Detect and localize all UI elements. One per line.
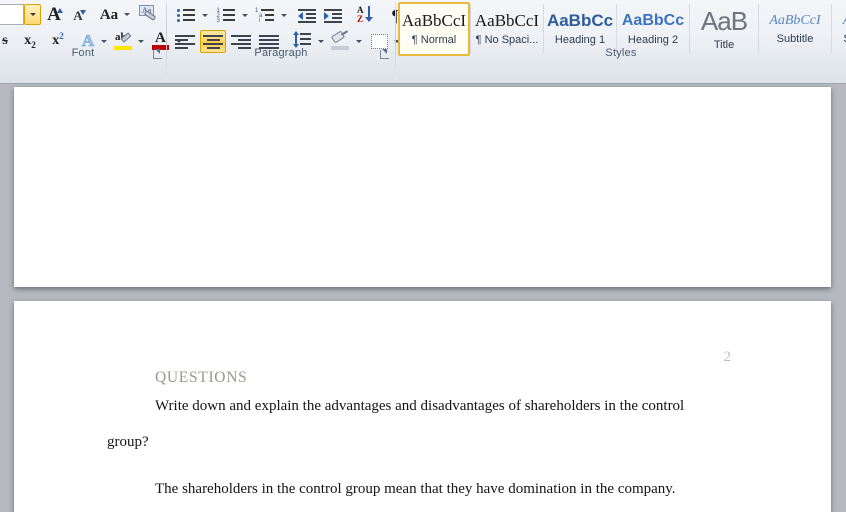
style-no-spacing-preview: AaBbCcI	[474, 11, 540, 30]
style-heading-2-preview: AaBbCc	[621, 11, 685, 29]
font-dialog-launcher[interactable]	[152, 49, 163, 60]
multilevel-list-button[interactable]: 1 a i	[253, 4, 278, 26]
font-size-dropdown[interactable]	[24, 4, 41, 25]
paragraph-dialog-launcher[interactable]	[379, 49, 390, 60]
multilevel-list-dropdown-arrow[interactable]	[281, 14, 287, 17]
text-highlight-dropdown-arrow[interactable]	[138, 40, 144, 43]
style-heading-1-preview: AaBbCc	[546, 11, 614, 30]
font-size-input[interactable]: 12	[0, 4, 24, 25]
text-effects-dropdown-arrow[interactable]	[101, 40, 107, 43]
bullets-button[interactable]	[174, 4, 198, 26]
ribbon-group-styles: AaBbCcI ¶ Normal AaBbCcI ¶ No Spaci... AaBbC…	[396, 0, 846, 64]
page-number: 2	[723, 349, 732, 365]
change-case-button[interactable]: Aa	[96, 4, 122, 26]
document-heading-questions: QUESTIONS	[155, 369, 248, 386]
clear-formatting-button[interactable]: Aa	[136, 3, 162, 27]
sort-label-z: Z	[357, 13, 364, 24]
bullets-dropdown-arrow[interactable]	[202, 14, 208, 17]
style-normal-preview: AaBbCcI	[401, 11, 467, 30]
numbering-dropdown-arrow[interactable]	[242, 14, 248, 17]
group-label-styles: Styles	[605, 47, 637, 59]
grow-font-button[interactable]: A	[42, 3, 66, 26]
document-page-2[interactable]: 2 QUESTIONS Write down and explain the a…	[14, 301, 831, 512]
document-paragraph-1: Write down and explain the advantages an…	[155, 398, 685, 414]
ribbon-groups: 12 A A Aa Aa	[0, 0, 846, 80]
line-spacing-dropdown-arrow[interactable]	[318, 40, 324, 43]
change-case-label: Aa	[99, 6, 119, 23]
decrease-indent-button[interactable]	[295, 4, 319, 26]
change-case-dropdown-arrow[interactable]	[124, 13, 130, 16]
group-label-font: Font	[71, 47, 95, 59]
style-subtitle-label: Subtitle	[776, 32, 814, 45]
ribbon-group-font: 12 A A Aa Aa	[0, 0, 182, 64]
ribbon: 12 A A Aa Aa	[0, 0, 846, 84]
increase-indent-button[interactable]	[321, 4, 345, 26]
numbering-button[interactable]: 1 2 3	[214, 4, 238, 26]
document-canvas[interactable]: 2 QUESTIONS Write down and explain the a…	[0, 85, 846, 512]
group-label-paragraph: Paragraph	[254, 47, 308, 59]
style-title-preview: AaB	[700, 5, 748, 36]
sort-button[interactable]: A Z	[354, 3, 378, 26]
style-subtitle-preview: AaBbCcI	[769, 12, 821, 28]
document-page-1[interactable]	[14, 87, 831, 287]
shrink-font-button[interactable]: A	[67, 5, 89, 26]
ribbon-group-paragraph: 1 2 3 1 a i A Z Paragraph	[167, 0, 400, 64]
document-paragraph-3: The shareholders in the control group me…	[155, 481, 676, 497]
document-paragraph-2: group?	[107, 434, 149, 450]
superscript-index: 2	[59, 31, 64, 41]
shading-dropdown-arrow[interactable]	[356, 40, 362, 43]
